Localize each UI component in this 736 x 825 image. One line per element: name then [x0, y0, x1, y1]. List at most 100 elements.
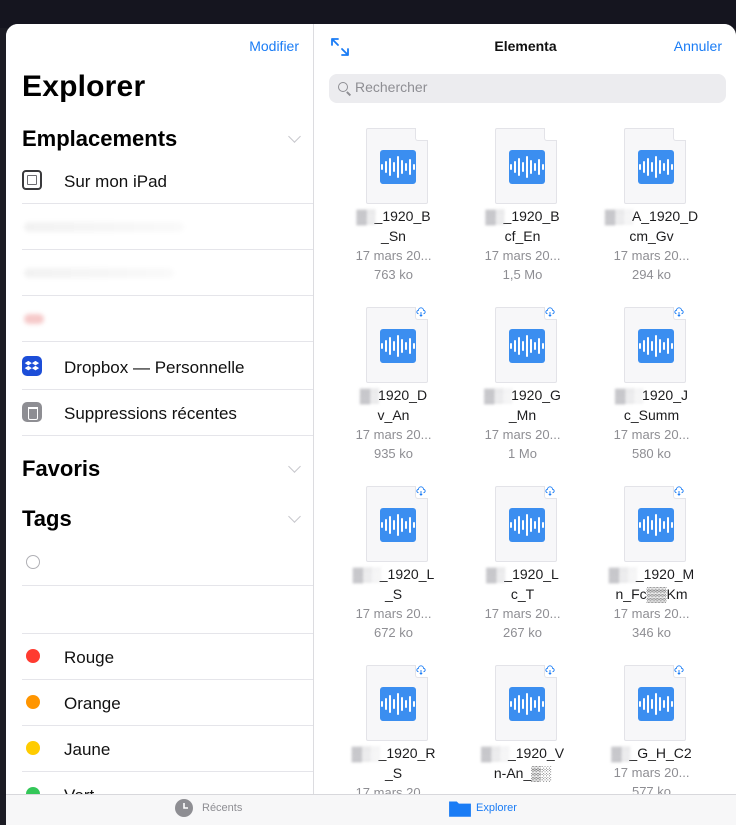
file-size: 763 ko [373, 267, 414, 282]
favorites-section-header[interactable]: Favoris [22, 448, 313, 488]
dropbox-icon [22, 356, 42, 376]
tab-explorer[interactable]: Explorer [449, 801, 517, 817]
sidebar-title: Explorer [22, 70, 146, 103]
redacted-prefix: ▓▒░ [351, 745, 380, 761]
redacted-prefix: ▓▒ [611, 745, 630, 761]
audio-file-icon [495, 665, 557, 741]
file-item[interactable]: ▓▒_1920_B _Sn 17 mars 20... 763 ko [329, 124, 458, 303]
sidebar-item-dropbox[interactable]: Dropbox — Personnelle [22, 344, 313, 390]
waveform-icon [380, 329, 416, 363]
red-tag-dot-icon [26, 649, 40, 663]
empty-tag-icon [26, 555, 40, 569]
file-item[interactable]: ▓▒1920_D v_An 17 mars 20... 935 ko [329, 303, 458, 482]
file-name-line1: 1920_G [511, 387, 561, 403]
cloud-download-icon [416, 307, 426, 317]
search-bar[interactable] [329, 74, 726, 103]
tag-label: Jaune [64, 740, 111, 759]
file-name-line1: _1920_L [504, 566, 559, 582]
sidebar-item-recently-deleted[interactable]: Suppressions récentes [22, 390, 313, 436]
file-item[interactable]: ▓▒░_1920_M n_Fc▒▒Km 17 mars 20... 346 ko [587, 482, 716, 661]
audio-file-icon [495, 128, 557, 204]
tab-recents[interactable]: Récents [175, 799, 242, 817]
tags-section-header[interactable]: Tags [22, 498, 313, 538]
file-name-line2: c_Summ [623, 407, 680, 423]
file-size: 1 Mo [508, 446, 537, 461]
file-item[interactable]: ▓▒░_1920_V n-An_▒░ [458, 661, 587, 794]
sidebar-item-redacted[interactable] [22, 250, 313, 296]
file-name: ▓▒░1920_J c_Summ [587, 385, 716, 425]
file-name: ▓▒_1920_B _Sn [329, 206, 458, 246]
waveform-icon [509, 329, 545, 363]
file-item[interactable]: ▓▒░_1920_R _S 17 mars 20... [329, 661, 458, 794]
file-name-line1: _1920_M [635, 566, 695, 582]
file-item[interactable]: ▓▒░1920_J c_Summ 17 mars 20... 580 ko [587, 303, 716, 482]
file-item[interactable]: ▓▒_G_H_C2 17 mars 20... 577 ko [587, 661, 716, 794]
tags-title: Tags [22, 506, 72, 531]
ipad-icon [22, 170, 42, 190]
file-grid: ▓▒_1920_B _Sn 17 mars 20... 763 ko ▓▒_1920_B… [329, 124, 729, 794]
file-date: 17 mars 20... [355, 427, 432, 442]
green-tag-dot-icon [26, 787, 40, 794]
waveform-icon [509, 508, 545, 542]
cloud-download-icon [545, 665, 555, 675]
waveform-icon [638, 687, 674, 721]
redacted-prefix: ▓▒ [356, 208, 375, 224]
tab-bar: Récents Explorer [6, 794, 736, 825]
file-item[interactable]: ▓▒░1920_G _Mn 17 mars 20... 1 Mo [458, 303, 587, 482]
yellow-tag-dot-icon [26, 741, 40, 755]
file-item[interactable]: ▓▒_1920_L c_T 17 mars 20... 267 ko [458, 482, 587, 661]
sidebar-item-label: Dropbox — Personnelle [64, 358, 245, 377]
audio-file-icon [366, 665, 428, 741]
sidebar-tag-unnamed[interactable] [22, 540, 313, 586]
file-item[interactable]: ▓▒_1920_B cf_En 17 mars 20... 1,5 Mo [458, 124, 587, 303]
cloud-download-icon [545, 486, 555, 496]
file-name: ▓▒_1920_B cf_En [458, 206, 587, 246]
sidebar-tag-rouge[interactable]: Rouge [22, 634, 313, 680]
file-name: ▓▒░_1920_V n-An_▒░ [458, 743, 587, 783]
sidebar-tag-vert[interactable]: Vert [22, 772, 313, 794]
sidebar-item-on-my-ipad[interactable]: Sur mon iPad [22, 158, 313, 204]
file-date: 17 mars 20... [355, 606, 432, 621]
sidebar-item-redacted[interactable] [22, 296, 313, 342]
redacted-prefix: ▓▒░ [484, 387, 512, 403]
file-name-line2: c_T [510, 586, 535, 602]
file-name-line2: cf_En [504, 228, 541, 244]
file-size: 1,5 Mo [502, 267, 543, 282]
sidebar-tag-jaune[interactable]: Jaune [22, 726, 313, 772]
cloud-download-icon [674, 486, 684, 496]
file-item[interactable]: ▓▒░A_1920_D cm_Gv 17 mars 20... 294 ko [587, 124, 716, 303]
waveform-icon [509, 687, 545, 721]
tab-label: Explorer [476, 802, 517, 814]
cancel-button[interactable]: Annuler [674, 38, 722, 54]
chevron-down-icon [288, 460, 301, 473]
redacted-prefix: ▓▒░ [615, 387, 643, 403]
audio-file-icon [624, 307, 686, 383]
waveform-icon [380, 508, 416, 542]
file-name-line1: 1920_J [642, 387, 688, 403]
locations-section-header[interactable]: Emplacements [22, 118, 313, 158]
audio-file-icon [366, 307, 428, 383]
file-name: ▓▒1920_D v_An [329, 385, 458, 425]
audio-file-icon [495, 486, 557, 562]
tag-label: Rouge [64, 648, 115, 667]
file-size: 294 ko [631, 267, 672, 282]
file-name: ▓▒░1920_G _Mn [458, 385, 587, 425]
file-size: 346 ko [631, 625, 672, 640]
audio-file-icon [624, 128, 686, 204]
waveform-icon [380, 150, 416, 184]
search-input[interactable] [355, 79, 655, 95]
edit-button[interactable]: Modifier [249, 38, 299, 54]
cloud-download-icon [545, 307, 555, 317]
sidebar-item-redacted[interactable] [22, 204, 313, 250]
file-item[interactable]: ▓▒░_1920_L _S 17 mars 20... 672 ko [329, 482, 458, 661]
file-name-line2: n-An_▒░ [493, 765, 552, 781]
file-date: 17 mars 20... [484, 248, 561, 263]
tag-label: Orange [64, 694, 121, 713]
folder-icon [449, 801, 471, 817]
orange-tag-dot-icon [26, 695, 40, 709]
redacted-prefix: ▓▒ [485, 208, 504, 224]
file-name: ▓▒_1920_L c_T [458, 564, 587, 604]
sidebar-tag-orange[interactable]: Orange [22, 680, 313, 726]
trash-icon [22, 402, 42, 422]
file-name: ▓▒_G_H_C2 [587, 743, 716, 763]
